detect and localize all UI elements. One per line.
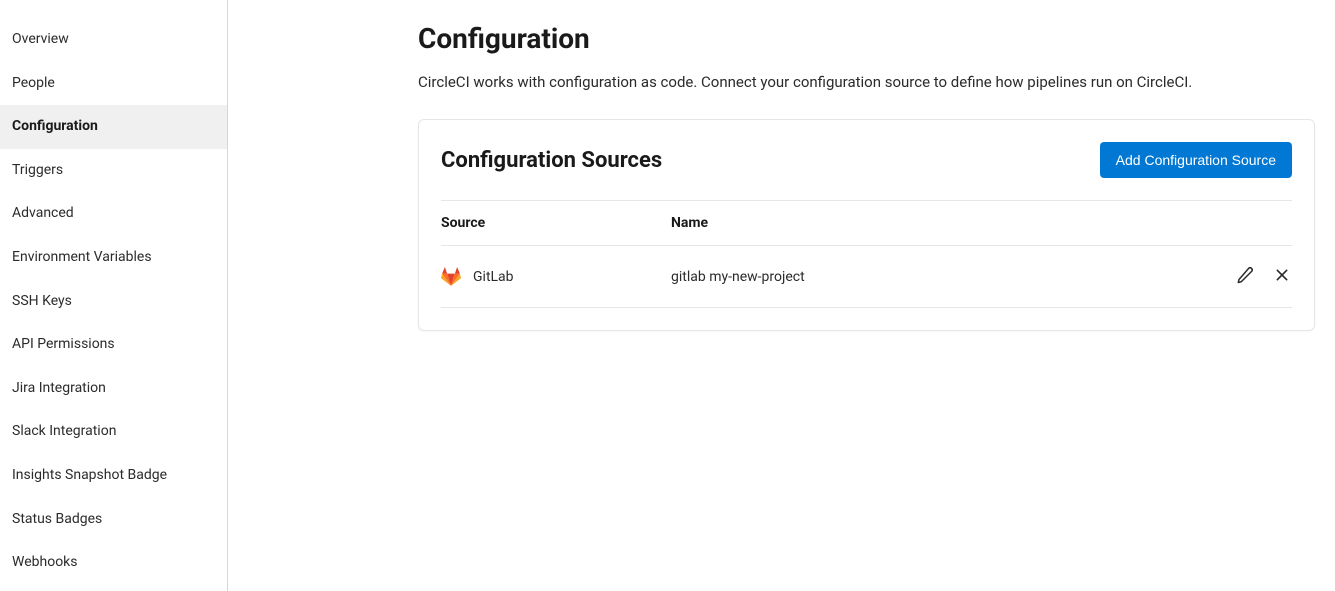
sidebar-item-environment-variables[interactable]: Environment Variables [0, 236, 227, 280]
page-title: Configuration [418, 22, 1315, 55]
table-row: GitLab gitlab my-new-project [441, 246, 1292, 308]
cell-name: gitlab my-new-project [671, 269, 1212, 285]
sidebar-item-insights-snapshot-badge[interactable]: Insights Snapshot Badge [0, 454, 227, 498]
page-description: CircleCI works with configuration as cod… [418, 73, 1315, 91]
sidebar-item-slack-integration[interactable]: Slack Integration [0, 410, 227, 454]
sidebar-item-configuration[interactable]: Configuration [0, 105, 227, 149]
configuration-sources-card: Configuration Sources Add Configuration … [418, 119, 1315, 331]
sidebar-item-ssh-keys[interactable]: SSH Keys [0, 280, 227, 324]
add-configuration-source-button[interactable]: Add Configuration Source [1100, 142, 1292, 178]
gitlab-icon [441, 267, 461, 287]
sidebar-item-people[interactable]: People [0, 62, 227, 106]
cell-actions [1212, 264, 1292, 289]
sidebar-item-status-badges[interactable]: Status Badges [0, 498, 227, 542]
sidebar: Overview People Configuration Triggers A… [0, 0, 228, 591]
column-header-name: Name [671, 215, 1212, 231]
source-provider-label: GitLab [473, 269, 514, 285]
main-content: Configuration CircleCI works with config… [228, 0, 1335, 591]
sidebar-item-advanced[interactable]: Advanced [0, 192, 227, 236]
edit-button[interactable] [1234, 264, 1256, 289]
column-header-actions [1212, 215, 1292, 231]
sidebar-item-triggers[interactable]: Triggers [0, 149, 227, 193]
cell-source: GitLab [441, 267, 671, 287]
table-header: Source Name [441, 200, 1292, 246]
sidebar-item-api-permissions[interactable]: API Permissions [0, 323, 227, 367]
pencil-icon [1236, 266, 1254, 287]
sidebar-item-jira-integration[interactable]: Jira Integration [0, 367, 227, 411]
card-title: Configuration Sources [441, 148, 662, 173]
sidebar-item-webhooks[interactable]: Webhooks [0, 541, 227, 585]
sidebar-item-overview[interactable]: Overview [0, 18, 227, 62]
column-header-source: Source [441, 215, 671, 231]
card-header: Configuration Sources Add Configuration … [441, 120, 1292, 200]
delete-button[interactable] [1272, 265, 1292, 288]
close-icon [1274, 267, 1290, 286]
